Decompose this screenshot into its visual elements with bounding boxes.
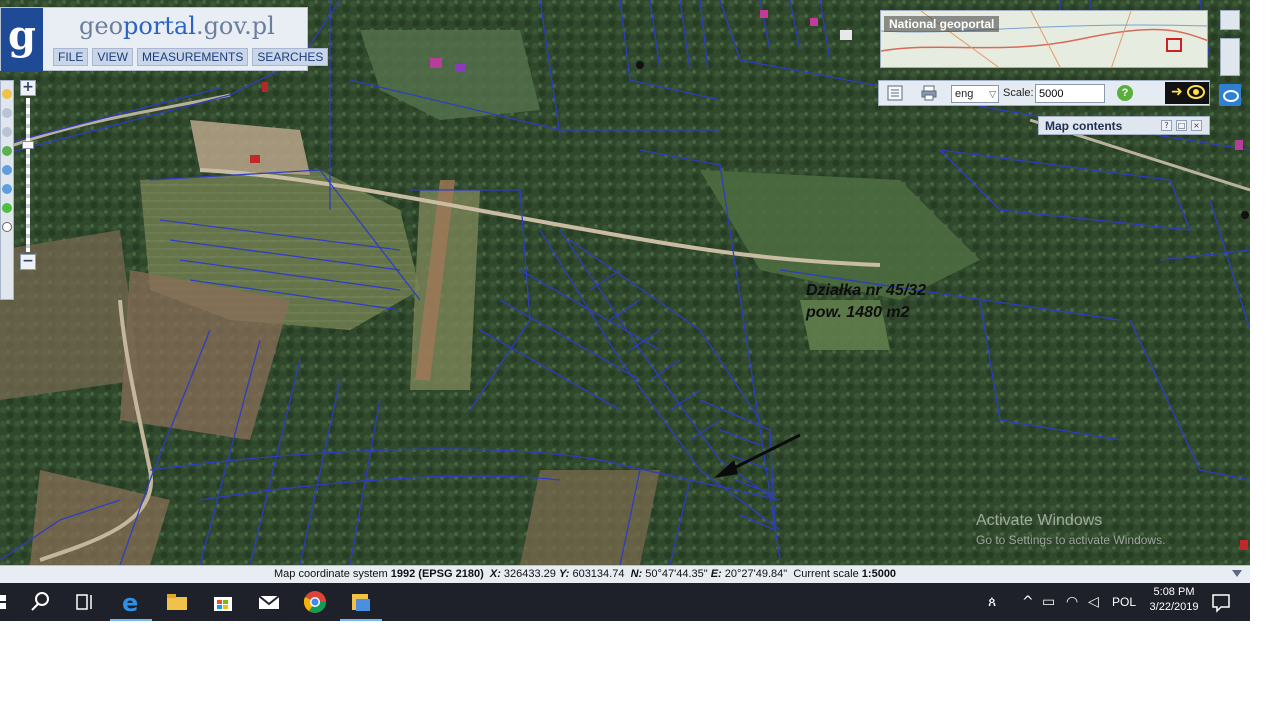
zoom-slider-thumb[interactable] (22, 141, 34, 149)
parcel-number-label: Działka nr 45/32 (806, 282, 927, 299)
geoportal-logo-icon: g (1, 8, 43, 72)
search-icon[interactable] (28, 589, 54, 615)
x-label: X: (489, 568, 501, 580)
chrome-icon[interactable] (302, 589, 328, 615)
volume-icon[interactable]: ◁ (1088, 594, 1099, 610)
parcel-area-label: pow. 1480 m2 (806, 304, 910, 321)
map-contents-panel[interactable]: Map contents ? □ × (1038, 116, 1210, 135)
status-expand-icon[interactable] (1232, 570, 1242, 577)
fullscreen-icon[interactable] (1220, 10, 1240, 30)
navigate-view-button[interactable]: ➜ (1165, 82, 1209, 104)
geoportal-active-underline (340, 619, 382, 621)
site-title-prefix: geo (79, 12, 124, 40)
store-icon[interactable] (210, 589, 236, 615)
wifi-icon[interactable]: ◠ (1066, 594, 1078, 610)
main-menu: FILE VIEW MEASUREMENTS SEARCHES (53, 48, 329, 66)
status-bar: Map coordinate system 1992 (EPSG 2180) X… (0, 565, 1250, 583)
south-field (520, 470, 660, 565)
chevron-up-icon[interactable]: ^ (1022, 594, 1034, 610)
svg-text:e: e (122, 589, 138, 615)
language-value: eng (955, 88, 974, 100)
logo-header: g geoportal.gov.pl FILE VIEW MEASUREMENT… (0, 7, 329, 72)
measure-tool-icon[interactable] (2, 165, 12, 175)
y-label: Y: (558, 568, 570, 580)
geoportal-window-icon[interactable] (340, 589, 382, 621)
e-value: 20°27'49.84" (724, 568, 788, 580)
identify-tool-icon[interactable] (2, 127, 12, 137)
site-title-highlight: portal (123, 12, 196, 40)
current-scale-label: Current scale (793, 568, 859, 580)
edge-active-underline (110, 619, 152, 621)
current-scale-value: 1:5000 (861, 568, 897, 580)
language-select[interactable]: eng ▽ (951, 85, 999, 103)
battery-icon[interactable]: ▭ (1042, 594, 1055, 610)
activate-windows-subtitle: Go to Settings to activate Windows. (976, 533, 1166, 547)
e-label: E: (710, 568, 722, 580)
list-icon[interactable] (887, 85, 903, 101)
screen: g geoportal.gov.pl FILE VIEW MEASUREMENT… (0, 0, 1250, 621)
site-title: geoportal.gov.pl (79, 12, 275, 40)
left-tool-strip (0, 80, 14, 300)
panel-restore-button[interactable]: □ (1176, 120, 1187, 131)
menu-view[interactable]: VIEW (92, 48, 134, 66)
eye-icon (1187, 85, 1205, 99)
zoom-slider-track[interactable] (26, 98, 30, 252)
green-tool-icon[interactable] (2, 203, 12, 213)
zoom-out-button[interactable]: − (20, 254, 36, 270)
input-language[interactable]: POL (1112, 595, 1136, 609)
panel-close-button[interactable]: × (1191, 120, 1202, 131)
coordinate-readout: Map coordinate system 1992 (EPSG 2180) X… (274, 568, 896, 580)
arrow-right-icon: ➜ (1171, 84, 1183, 100)
coord-system-value: 1992 (EPSG 2180) (390, 568, 484, 580)
action-center-icon[interactable] (1208, 589, 1234, 615)
pan-tool-icon[interactable] (2, 89, 12, 99)
overview-map[interactable]: National geoportal (880, 10, 1208, 68)
x-value: 326433.29 (503, 568, 556, 580)
layer-tool-icon[interactable] (2, 146, 12, 156)
panel-help-button[interactable]: ? (1161, 120, 1172, 131)
menu-searches[interactable]: SEARCHES (252, 48, 329, 66)
activate-windows-title: Activate Windows (976, 512, 1103, 529)
print-icon[interactable] (921, 85, 937, 101)
mail-icon[interactable] (256, 589, 282, 615)
select-tool-icon[interactable] (2, 108, 12, 118)
edge-browser-icon[interactable]: e (110, 589, 152, 621)
zoom-rail-right-icon[interactable] (1220, 38, 1240, 76)
n-label: N: (630, 568, 643, 580)
map-toolbar: eng ▽ Scale: ? ➜ (878, 80, 1210, 106)
visibility-eye-icon[interactable] (1219, 84, 1241, 106)
overview-title: National geoportal (884, 16, 1000, 32)
y-value: 603134.74 (572, 568, 625, 580)
menu-file[interactable]: FILE (53, 48, 89, 66)
n-value: 50°47'44.35" (645, 568, 708, 580)
zoom-in-button[interactable]: + (20, 80, 36, 96)
file-explorer-icon[interactable] (164, 589, 190, 615)
activate-windows-watermark: Activate Windows Go to Settings to activ… (976, 512, 1165, 547)
scale-label: Scale: (1003, 87, 1034, 99)
info-tool-icon[interactable] (2, 222, 12, 232)
scale-input[interactable] (1035, 84, 1105, 103)
system-clock[interactable]: 5:08 PM 3/22/2019 (1146, 586, 1202, 613)
help-button[interactable]: ? (1117, 85, 1133, 101)
start-icon[interactable] (0, 589, 20, 615)
chevron-down-icon: ▽ (989, 89, 996, 99)
windows-taskbar: e ጰ ^ ▭ ◠ ◁ POL 5:08 PM 3/22/2019 (0, 583, 1250, 621)
parcel-annotation: Działka nr 45/32 pow. 1480 m2 (806, 280, 926, 324)
map-contents-title: Map contents (1045, 119, 1123, 133)
menu-measurements[interactable]: MEASUREMENTS (137, 48, 249, 66)
clock-time: 5:08 PM (1153, 586, 1195, 598)
coord-system-label: Map coordinate system (274, 568, 388, 580)
people-icon[interactable]: ጰ (988, 594, 996, 610)
area-tool-icon[interactable] (2, 184, 12, 194)
site-title-suffix: .gov.pl (195, 12, 275, 40)
task-view-icon[interactable] (72, 589, 98, 615)
clock-date: 3/22/2019 (1149, 601, 1199, 613)
